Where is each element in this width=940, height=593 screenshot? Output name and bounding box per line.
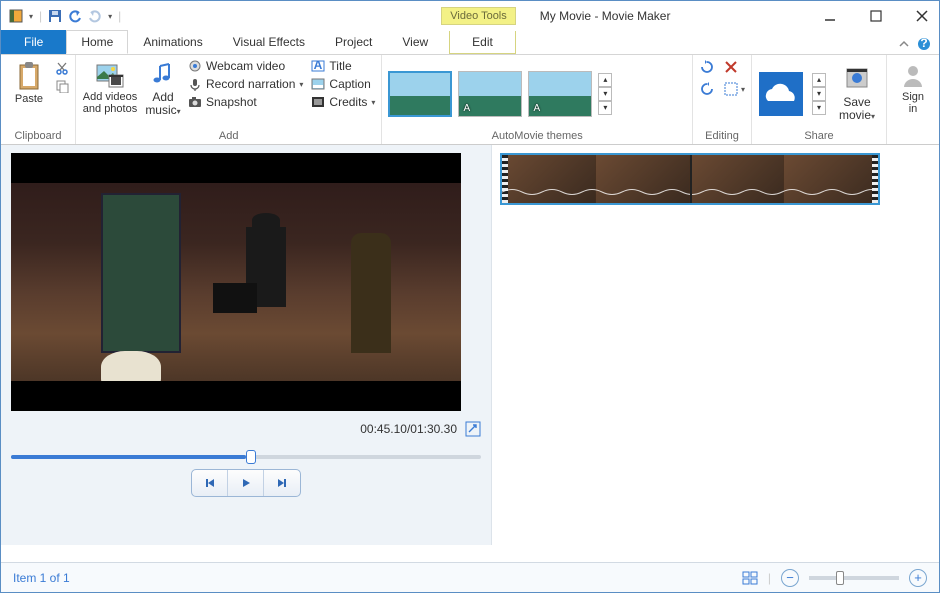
- zoom-out-button[interactable]: −: [781, 569, 799, 587]
- share-scroll-down-icon[interactable]: ▾: [812, 87, 826, 101]
- playback-time: 00:45.10/01:30.30: [360, 422, 457, 436]
- title-button[interactable]: ATitle: [311, 59, 375, 73]
- sign-in-button[interactable]: Sign in: [893, 59, 933, 115]
- tab-project[interactable]: Project: [320, 30, 387, 54]
- timeline-pane: [491, 145, 939, 545]
- next-frame-button[interactable]: [264, 470, 300, 496]
- theme-thumbnail-1[interactable]: [388, 71, 452, 117]
- group-themes-label: AutoMovie themes: [388, 128, 686, 142]
- theme-thumbnail-2[interactable]: A: [458, 71, 522, 117]
- tab-view[interactable]: View: [387, 30, 443, 54]
- timeline-playhead[interactable]: [690, 153, 692, 205]
- collapse-ribbon-icon[interactable]: [899, 39, 909, 49]
- ribbon-tabs: File Home Animations Visual Effects Proj…: [1, 31, 939, 55]
- preview-pane: 00:45.10/01:30.30: [1, 145, 491, 545]
- caption-button[interactable]: Caption: [311, 77, 375, 91]
- playback-controls: [11, 469, 481, 497]
- cut-icon[interactable]: [55, 61, 69, 75]
- add-videos-photos-button[interactable]: Add videos and photos: [82, 59, 138, 115]
- share-expand-icon[interactable]: ▾: [812, 101, 826, 115]
- theme-scroll-down-icon[interactable]: ▾: [598, 87, 612, 101]
- status-item-count: Item 1 of 1: [13, 571, 70, 585]
- group-editing: ▾ Editing: [693, 55, 752, 144]
- credits-button[interactable]: Credits ▾: [311, 95, 375, 109]
- add-music-button[interactable]: Add music▾: [142, 59, 184, 118]
- paste-button[interactable]: Paste: [7, 59, 51, 105]
- svg-text:?: ?: [920, 37, 927, 50]
- tab-visual-effects[interactable]: Visual Effects: [218, 30, 320, 54]
- group-share-label: Share: [758, 128, 880, 142]
- fullscreen-icon[interactable]: [465, 421, 481, 437]
- undo-icon[interactable]: [68, 9, 82, 23]
- group-add: Add videos and photos Add music▾ Webcam …: [76, 55, 382, 144]
- sign-in-label: Sign in: [902, 91, 924, 115]
- add-music-label: Add music▾: [145, 91, 180, 118]
- quick-access-toolbar: ▾ | ▾ |: [5, 9, 121, 23]
- tab-animations[interactable]: Animations: [128, 30, 217, 54]
- share-onedrive-button[interactable]: [758, 71, 804, 117]
- video-preview: [11, 153, 461, 411]
- save-movie-button[interactable]: Save movie▾: [834, 64, 880, 123]
- webcam-video-button[interactable]: Webcam video: [188, 59, 303, 73]
- tab-home[interactable]: Home: [66, 30, 128, 54]
- snapshot-button[interactable]: Snapshot: [188, 95, 303, 109]
- rotate-left-icon[interactable]: [699, 59, 715, 75]
- group-clipboard-label: Clipboard: [7, 128, 69, 142]
- help-icon[interactable]: ?: [917, 37, 931, 51]
- group-editing-label: Editing: [699, 128, 745, 142]
- minimize-button[interactable]: [817, 5, 843, 27]
- zoom-in-button[interactable]: +: [909, 569, 927, 587]
- window-title: My Movie - Movie Maker: [540, 9, 671, 23]
- add-videos-label: Add videos and photos: [83, 91, 137, 115]
- theme-scroller: ▴ ▾ ▾: [598, 73, 612, 115]
- prev-frame-button[interactable]: [192, 470, 228, 496]
- redo-icon[interactable]: [88, 9, 102, 23]
- app-menu-dropdown-icon[interactable]: ▾: [29, 12, 33, 21]
- share-scroll-up-icon[interactable]: ▴: [812, 73, 826, 87]
- title-bar: ▾ | ▾ | Video Tools My Movie - Movie Mak…: [1, 1, 939, 31]
- app-icon: [9, 9, 23, 23]
- playback-time-row: 00:45.10/01:30.30: [11, 421, 481, 437]
- close-button[interactable]: [909, 5, 935, 27]
- group-add-label: Add: [82, 128, 375, 142]
- remove-icon[interactable]: [723, 59, 739, 75]
- contextual-tab-video-tools: Video Tools: [441, 7, 515, 25]
- seek-slider[interactable]: [11, 455, 481, 459]
- ribbon: Paste Clipboard Add videos and photos Ad…: [1, 55, 939, 145]
- timeline-clip[interactable]: [500, 153, 880, 205]
- group-signin: Sign in: [887, 55, 939, 144]
- svg-text:A: A: [314, 60, 323, 72]
- group-themes: A A ▴ ▾ ▾ AutoMovie themes: [382, 55, 693, 144]
- tab-edit[interactable]: Edit: [449, 31, 516, 54]
- share-scroller: ▴ ▾ ▾: [812, 73, 826, 115]
- copy-icon[interactable]: [55, 79, 69, 93]
- record-narration-button[interactable]: Record narration ▾: [188, 77, 303, 91]
- paste-label: Paste: [15, 93, 43, 105]
- select-all-icon[interactable]: ▾: [723, 81, 745, 97]
- save-icon[interactable]: [48, 9, 62, 23]
- tab-file[interactable]: File: [1, 30, 66, 54]
- group-share: ▴ ▾ ▾ Save movie▾ Share: [752, 55, 887, 144]
- group-clipboard: Paste Clipboard: [1, 55, 76, 144]
- theme-scroll-up-icon[interactable]: ▴: [598, 73, 612, 87]
- save-movie-label: Save movie▾: [839, 96, 875, 123]
- zoom-slider[interactable]: [809, 576, 899, 580]
- status-bar: Item 1 of 1 | − +: [1, 562, 939, 592]
- qat-dropdown-icon[interactable]: ▾: [108, 12, 112, 21]
- theme-expand-icon[interactable]: ▾: [598, 101, 612, 115]
- play-button[interactable]: [228, 470, 264, 496]
- thumbnail-view-icon[interactable]: [742, 571, 758, 585]
- content-area: 00:45.10/01:30.30: [1, 145, 939, 545]
- zoom-controls: | − +: [742, 569, 927, 587]
- rotate-right-icon[interactable]: [699, 81, 715, 97]
- maximize-button[interactable]: [863, 5, 889, 27]
- theme-thumbnail-3[interactable]: A: [528, 71, 592, 117]
